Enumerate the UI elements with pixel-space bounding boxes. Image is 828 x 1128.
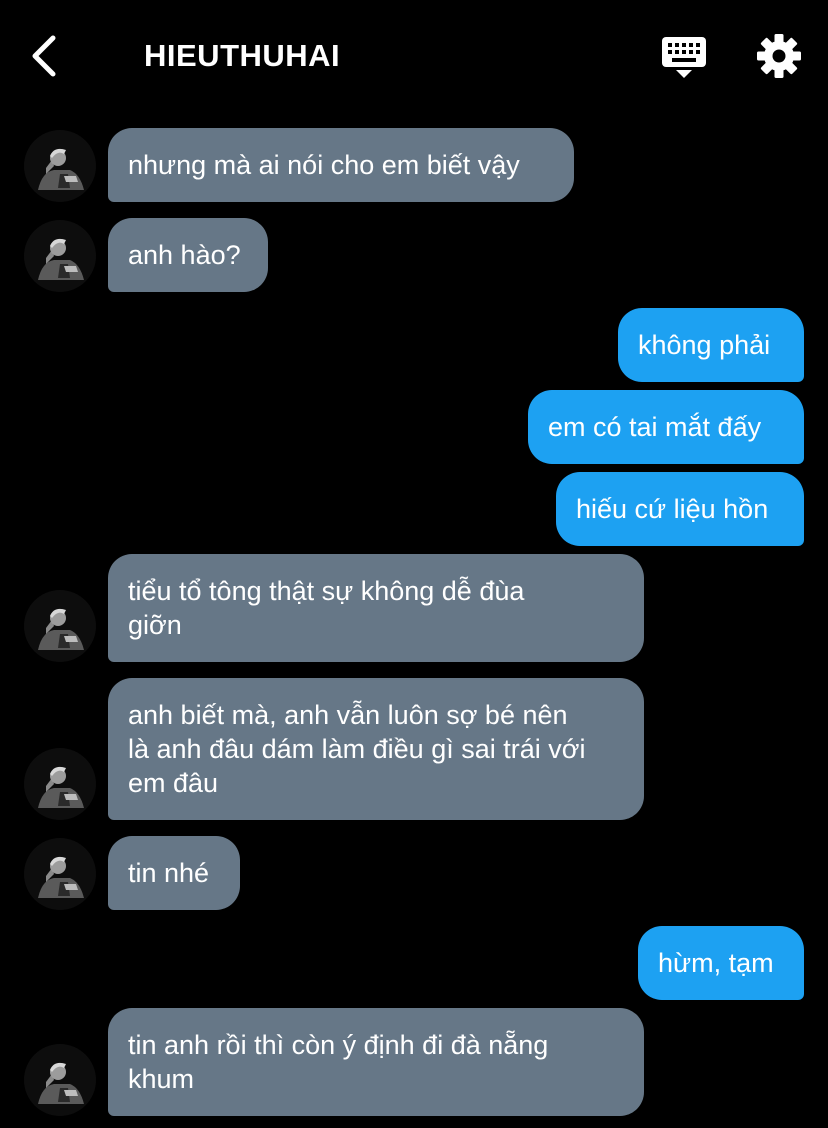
message-bubble-incoming[interactable]: tiểu tổ tông thật sự không dễ đùa giỡn [108,554,644,662]
message-bubble-outgoing[interactable]: hừm, tạm [638,926,804,1000]
message-bubble-incoming[interactable]: anh biết mà, anh vẫn luôn sợ bé nên là a… [108,678,644,820]
avatar[interactable] [24,838,96,910]
avatar[interactable] [24,590,96,662]
message-bubble-outgoing[interactable]: không phải [618,308,804,382]
message-bubble-outgoing[interactable]: hiếu cứ liệu hồn [556,472,804,546]
profile-photo [24,1044,96,1116]
avatar[interactable] [24,220,96,292]
avatar[interactable] [24,1044,96,1116]
profile-photo [24,748,96,820]
profile-photo [24,590,96,662]
message-bubble-outgoing[interactable]: em có tai mắt đấy [528,390,804,464]
message-bubble-incoming[interactable]: anh hào? [108,218,268,292]
profile-photo [24,130,96,202]
message-thread: nhưng mà ai nói cho em biết vậy anh hào?… [0,0,828,1128]
profile-photo [24,220,96,292]
avatar[interactable] [24,130,96,202]
profile-photo [24,838,96,910]
message-bubble-incoming[interactable]: tin nhé [108,836,240,910]
avatar[interactable] [24,748,96,820]
message-bubble-incoming[interactable]: nhưng mà ai nói cho em biết vậy [108,128,574,202]
message-bubble-incoming[interactable]: tin anh rồi thì còn ý định đi đà nẵng kh… [108,1008,644,1116]
